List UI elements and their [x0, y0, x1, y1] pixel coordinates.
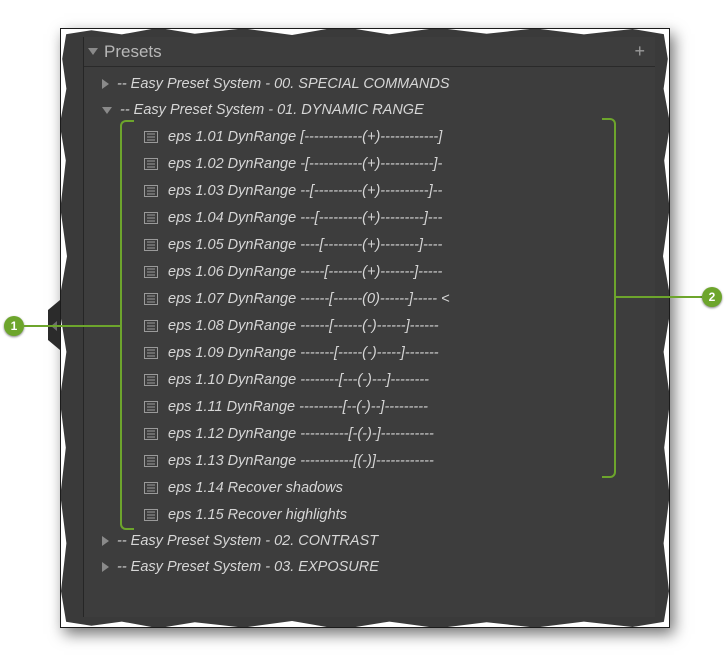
preset-label: eps 1.13 DynRange -----------[(-)]------… [168, 453, 434, 469]
preset-icon [144, 374, 158, 386]
preset-label: eps 1.06 DynRange -----[-------(+)------… [168, 264, 442, 280]
preset-item[interactable]: eps 1.15 Recover highlights [84, 501, 655, 528]
preset-icon [144, 428, 158, 440]
preset-icon [144, 158, 158, 170]
folder-exposure[interactable]: -- Easy Preset System - 03. EXPOSURE [84, 554, 655, 580]
preset-item[interactable]: eps 1.02 DynRange -[-----------(+)------… [84, 150, 655, 177]
preset-label: eps 1.15 Recover highlights [168, 507, 347, 523]
panel-title: Presets [104, 42, 162, 62]
preset-icon [144, 509, 158, 521]
preset-icon [144, 347, 158, 359]
panel-header[interactable]: Presets + [84, 37, 655, 67]
chevron-right-icon [102, 536, 109, 546]
preset-label: eps 1.08 DynRange ------[------(-)------… [168, 318, 439, 334]
preset-icon [144, 320, 158, 332]
preset-label: eps 1.14 Recover shadows [168, 480, 343, 496]
preset-label: eps 1.07 DynRange ------[------(0)------… [168, 291, 450, 307]
preset-item[interactable]: eps 1.01 DynRange [------------(+)------… [84, 123, 655, 150]
folder-dynamic-range[interactable]: -- Easy Preset System - 01. DYNAMIC RANG… [84, 97, 655, 123]
preset-label: eps 1.09 DynRange -------[-----(-)-----]… [168, 345, 439, 361]
chevron-down-icon [102, 107, 112, 114]
callout-badge-2: 2 [702, 287, 722, 307]
preset-item[interactable]: eps 1.13 DynRange -----------[(-)]------… [84, 447, 655, 474]
callout-line [616, 296, 702, 298]
callout-bracket-left [120, 120, 134, 530]
preset-label: eps 1.01 DynRange [------------(+)------… [168, 129, 442, 145]
preset-item[interactable]: eps 1.14 Recover shadows [84, 474, 655, 501]
folder-label: -- Easy Preset System - 01. DYNAMIC RANG… [120, 102, 424, 118]
preset-label: eps 1.11 DynRange ---------[--(-)--]----… [168, 399, 428, 415]
preset-item[interactable]: eps 1.11 DynRange ---------[--(-)--]----… [84, 393, 655, 420]
preset-label: eps 1.04 DynRange ---[---------(+)------… [168, 210, 442, 226]
presets-panel: Presets + -- Easy Preset System - 00. SP… [60, 28, 670, 628]
preset-icon [144, 185, 158, 197]
preset-item[interactable]: eps 1.09 DynRange -------[-----(-)-----]… [84, 339, 655, 366]
preset-icon [144, 293, 158, 305]
folder-special-commands[interactable]: -- Easy Preset System - 00. SPECIAL COMM… [84, 71, 655, 97]
preset-icon [144, 482, 158, 494]
chevron-down-icon[interactable] [88, 48, 98, 55]
preset-item[interactable]: eps 1.10 DynRange --------[---(-)---]---… [84, 366, 655, 393]
preset-icon [144, 212, 158, 224]
preset-item[interactable]: eps 1.07 DynRange ------[------(0)------… [84, 285, 655, 312]
preset-icon [144, 455, 158, 467]
callout-badge-1: 1 [4, 316, 24, 336]
preset-item[interactable]: eps 1.03 DynRange --[----------(+)------… [84, 177, 655, 204]
preset-item[interactable]: eps 1.08 DynRange ------[------(-)------… [84, 312, 655, 339]
preset-label: eps 1.12 DynRange ----------[-(-)-]-----… [168, 426, 434, 442]
preset-icon [144, 131, 158, 143]
preset-icon [144, 266, 158, 278]
add-preset-button[interactable]: + [634, 41, 645, 62]
preset-label: eps 1.02 DynRange -[-----------(+)------… [168, 156, 442, 172]
folder-contrast[interactable]: -- Easy Preset System - 02. CONTRAST [84, 528, 655, 554]
folder-label: -- Easy Preset System - 02. CONTRAST [117, 533, 378, 549]
preset-icon [144, 239, 158, 251]
preset-label: eps 1.03 DynRange --[----------(+)------… [168, 183, 442, 199]
callout-bracket-right [602, 118, 616, 478]
preset-item[interactable]: eps 1.05 DynRange ----[--------(+)------… [84, 231, 655, 258]
folder-label: -- Easy Preset System - 00. SPECIAL COMM… [117, 76, 450, 92]
preset-item[interactable]: eps 1.12 DynRange ----------[-(-)-]-----… [84, 420, 655, 447]
folder-label: -- Easy Preset System - 03. EXPOSURE [117, 559, 379, 575]
callout-line [24, 325, 120, 327]
preset-icon [144, 401, 158, 413]
chevron-right-icon [102, 79, 109, 89]
preset-item[interactable]: eps 1.06 DynRange -----[-------(+)------… [84, 258, 655, 285]
preset-item[interactable]: eps 1.04 DynRange ---[---------(+)------… [84, 204, 655, 231]
preset-label: eps 1.10 DynRange --------[---(-)---]---… [168, 372, 429, 388]
chevron-right-icon [102, 562, 109, 572]
preset-tree: -- Easy Preset System - 00. SPECIAL COMM… [84, 67, 655, 584]
preset-label: eps 1.05 DynRange ----[--------(+)------… [168, 237, 442, 253]
